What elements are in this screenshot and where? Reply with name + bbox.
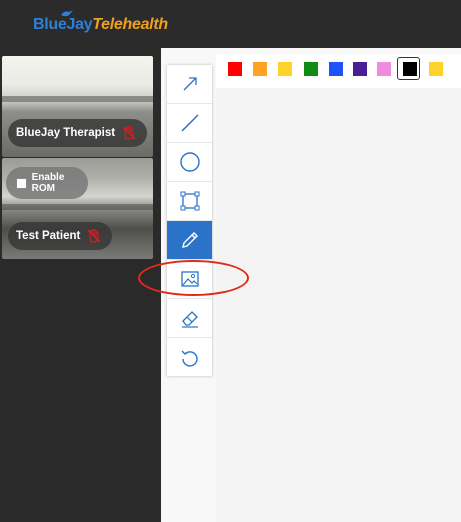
participant-pill: BlueJay Therapist	[8, 119, 148, 147]
color-swatch[interactable]	[228, 62, 242, 76]
rectangle-icon	[180, 191, 199, 211]
muted-hand-icon[interactable]	[121, 125, 137, 141]
participant-pill: Test Patient	[8, 222, 113, 250]
enable-rom-checkbox[interactable]	[16, 177, 27, 189]
color-swatch[interactable]	[377, 62, 391, 76]
arrow-icon	[183, 77, 197, 91]
logo-brand: BlueJay	[33, 16, 93, 33]
tool-arrow[interactable]	[167, 65, 212, 104]
color-swatch[interactable]	[253, 62, 267, 76]
pencil-icon	[181, 232, 198, 248]
tool-undo[interactable]	[167, 338, 212, 377]
app-header: BlueJayTelehealth	[0, 0, 461, 48]
tool-circle[interactable]	[167, 143, 212, 182]
participant-name: Test Patient	[16, 230, 81, 242]
video-tile-therapist: BlueJay Therapist	[2, 56, 153, 157]
circle-icon	[179, 152, 200, 172]
tool-pencil[interactable]	[167, 221, 212, 260]
enable-rom-toggle[interactable]: Enable ROM	[6, 167, 88, 199]
color-swatch[interactable]	[429, 62, 443, 76]
highlight-annotation	[138, 260, 249, 296]
logo-product: Telehealth	[92, 16, 168, 33]
line-icon	[180, 114, 199, 132]
muted-hand-icon[interactable]	[86, 228, 102, 244]
tool-line[interactable]	[167, 104, 212, 143]
video-background	[2, 204, 153, 210]
color-swatch[interactable]	[329, 62, 343, 76]
tool-eraser[interactable]	[167, 299, 212, 338]
enable-rom-label: Enable ROM	[31, 172, 65, 194]
color-swatch[interactable]	[353, 62, 367, 76]
eraser-icon	[181, 311, 198, 328]
app-logo: BlueJayTelehealth	[33, 16, 168, 34]
color-swatch[interactable]	[403, 62, 417, 76]
drawing-toolbar	[167, 65, 212, 376]
video-tile-patient: Enable ROM Test Patient	[2, 158, 153, 259]
color-swatch[interactable]	[278, 62, 292, 76]
undo-icon	[181, 350, 198, 367]
participant-name: BlueJay Therapist	[16, 127, 116, 139]
video-background	[2, 96, 153, 102]
color-swatch[interactable]	[304, 62, 318, 76]
drawing-canvas[interactable]	[216, 88, 461, 522]
tool-rectangle[interactable]	[167, 182, 212, 221]
